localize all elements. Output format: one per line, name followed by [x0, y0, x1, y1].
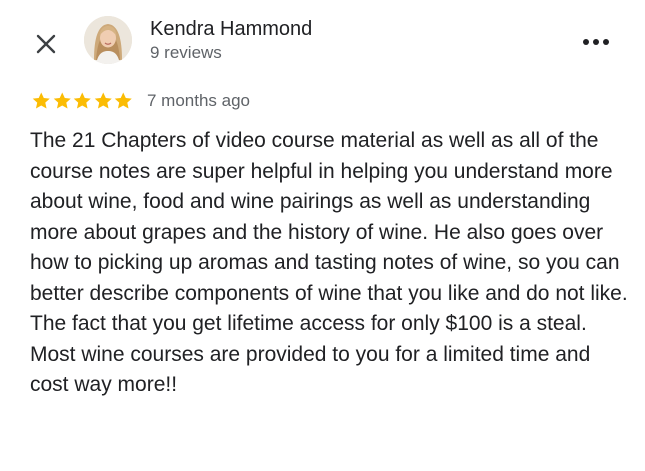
review-text: The 21 Chapters of video course material… [30, 129, 628, 396]
close-icon [36, 34, 56, 54]
star-icon [53, 92, 71, 109]
review-count: 9 reviews [150, 43, 222, 62]
star-icon [73, 92, 91, 109]
star-icon [32, 92, 50, 109]
avatar[interactable] [84, 16, 132, 64]
more-options-button[interactable] [580, 26, 612, 58]
review-card: Kendra Hammond 9 reviews 7 months ago Th… [0, 0, 645, 471]
star-icon [94, 92, 112, 109]
reviewer-name[interactable]: Kendra Hammond [150, 17, 312, 41]
more-vert-icon [583, 39, 609, 45]
star-icon [114, 92, 132, 109]
close-button[interactable] [30, 28, 62, 60]
reviewer-photo [84, 16, 132, 64]
star-rating [31, 91, 134, 111]
review-time: 7 months ago [147, 91, 251, 110]
